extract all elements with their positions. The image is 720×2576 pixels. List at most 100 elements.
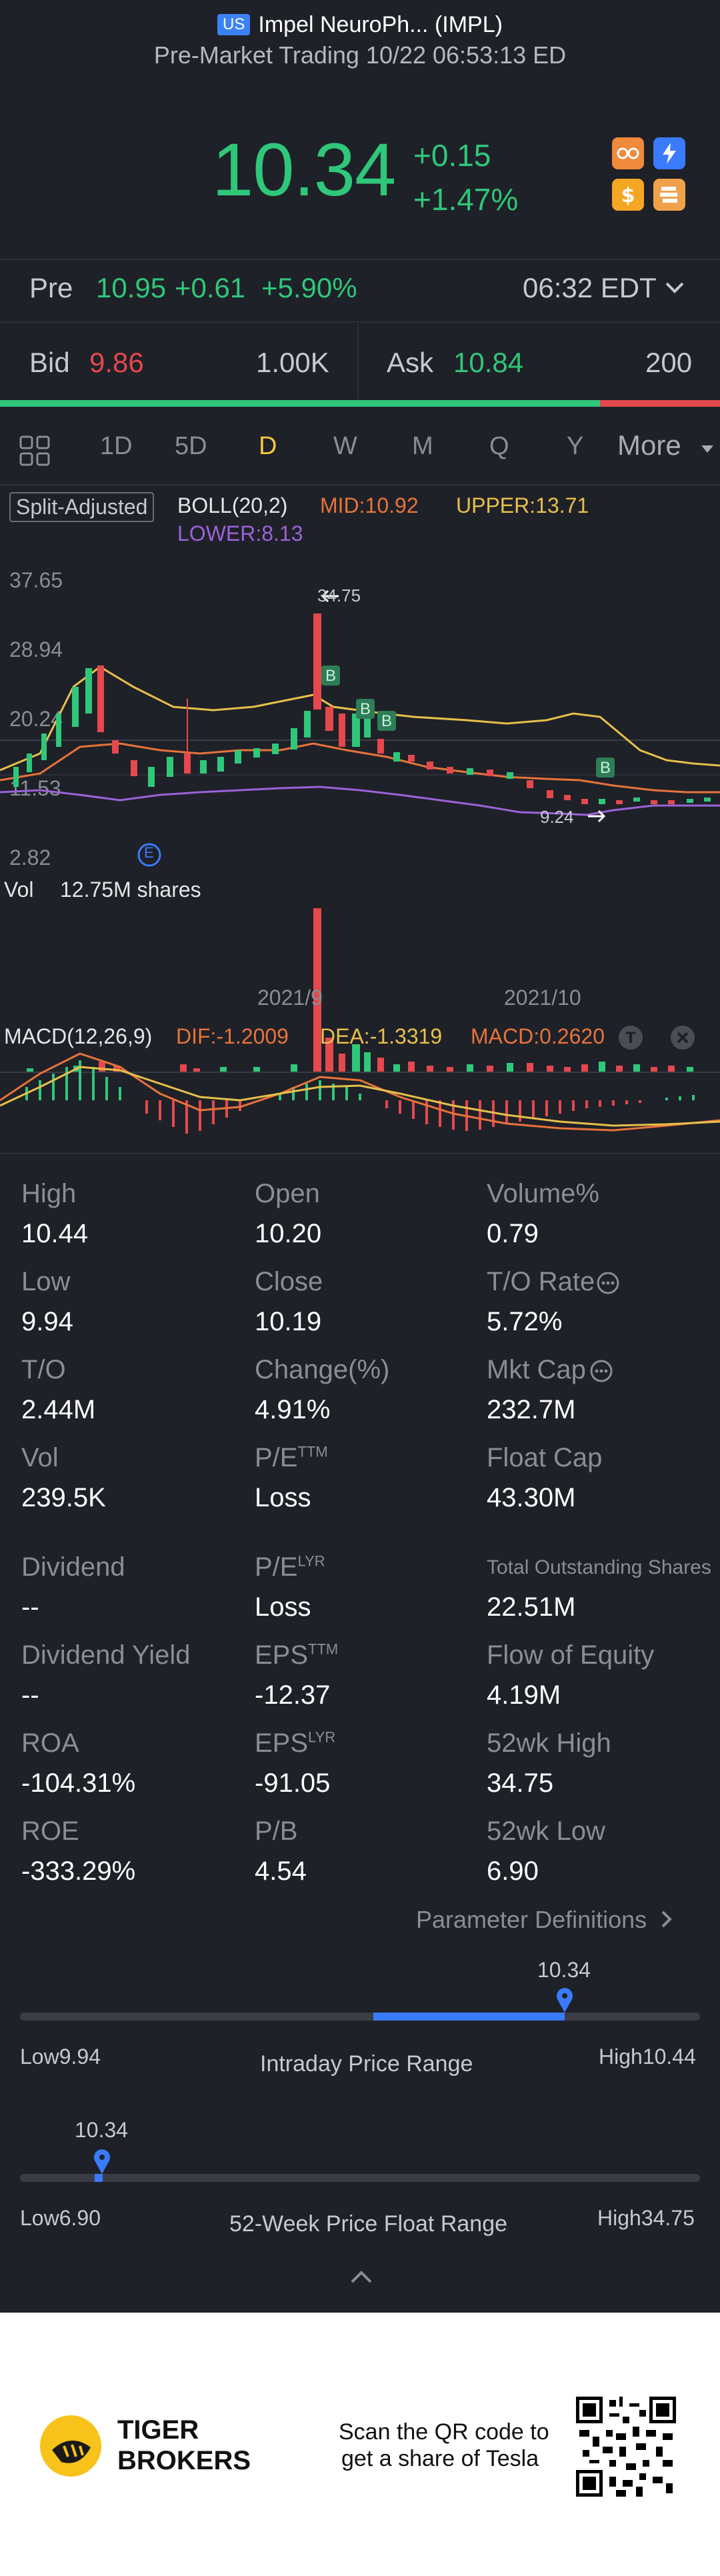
macd-svg — [0, 1052, 720, 1134]
stat-label: T/O Rate — [487, 1267, 595, 1296]
bid-price: 9.86 — [89, 347, 144, 378]
stat-label: 52wk Low — [487, 1816, 605, 1846]
stat-label: P/B — [255, 1816, 298, 1846]
ask-label: Ask — [387, 347, 434, 378]
pre-label: Pre — [29, 272, 73, 303]
stat-label: Change(%) — [255, 1355, 390, 1384]
stat-value: -104.31% — [21, 1768, 136, 1798]
macd-dif: DIF:-1.2009 — [176, 1024, 289, 1048]
stat-value: 43.30M — [487, 1483, 576, 1512]
session-status: Pre-Market Trading 10/22 06:53:13 ED — [153, 41, 567, 69]
tab-more[interactable]: More — [617, 429, 681, 461]
tiger-icon[interactable] — [612, 137, 644, 169]
stat-value: 5.72% — [487, 1307, 563, 1336]
stat-label: EPSLYR — [255, 1728, 336, 1758]
event-marker: E — [144, 844, 154, 861]
stat-value: 6.90 — [487, 1856, 539, 1886]
stat-value: 232.7M — [487, 1395, 576, 1424]
timeframe-tabs: 1D 5D D W M Q Y More — [0, 407, 720, 487]
tab-month[interactable]: M — [412, 432, 433, 461]
stat-label: Low — [21, 1267, 71, 1296]
quote-header: US Impel NeuroPh... (IMPL) Pre-Market Tra… — [0, 0, 720, 260]
stat-value: 239.5K — [21, 1483, 106, 1512]
stock-title-row: US Impel NeuroPh... (IMPL) — [0, 12, 720, 38]
brand-line-2: BROKERS — [117, 2446, 251, 2475]
stat-value: -91.05 — [255, 1768, 331, 1798]
tab-year[interactable]: Y — [567, 432, 583, 461]
macd-value: MACD:0.2620 — [471, 1024, 605, 1048]
dollar-icon[interactable]: $ — [612, 179, 644, 211]
buy-marker: B — [325, 667, 337, 685]
macd-panel[interactable]: MACD(12,26,9) DIF:-1.2009 DEA:-1.3319 MA… — [0, 1020, 720, 1154]
stat-value: 9.94 — [21, 1307, 73, 1336]
pre-price: 10.95 — [96, 272, 167, 303]
low-marker-label: 9.24 — [540, 807, 574, 827]
stat-value: 10.20 — [255, 1219, 322, 1248]
high-marker-label: 34.75 — [317, 585, 361, 605]
brand-line-1: TIGER — [117, 2415, 199, 2445]
ask-volume-bar — [600, 400, 720, 407]
week52-title: 52-Week Price Float Range — [229, 2211, 508, 2237]
share-footer: TIGER BROKERS Scan the QR code to get a … — [0, 2313, 720, 2576]
stat-label: Close — [255, 1267, 323, 1296]
stat-value: -12.37 — [255, 1680, 331, 1710]
stack-icon[interactable] — [653, 179, 685, 211]
stat-value: 10.44 — [21, 1219, 89, 1248]
tab-1d[interactable]: 1D — [100, 432, 133, 461]
svg-text:T: T — [625, 1030, 635, 1047]
market-badge: US — [217, 14, 251, 35]
parameter-definitions-link[interactable]: Parameter Definitions — [416, 1906, 673, 1934]
caret-down-icon[interactable] — [700, 444, 715, 455]
chevron-up-icon[interactable] — [349, 2269, 373, 2285]
stat-value: -333.29% — [21, 1856, 136, 1886]
boll-lower-line — [0, 786, 720, 816]
macd-dea: DEA:-1.3319 — [320, 1024, 443, 1048]
stock-title[interactable]: Impel NeuroPh... (IMPL) — [258, 12, 503, 37]
change-value: +0.15 — [413, 138, 491, 173]
intraday-fill — [373, 2013, 565, 2021]
week52-low: Low6.90 — [20, 2206, 101, 2230]
grid-icon[interactable] — [19, 435, 51, 467]
bid-ask-divider — [357, 324, 359, 399]
chevron-right-icon — [661, 1910, 673, 1928]
stat-label: High — [21, 1179, 77, 1208]
tab-quarter[interactable]: Q — [489, 432, 509, 461]
chevron-down-icon[interactable] — [664, 280, 685, 295]
stat-label: Float Cap — [487, 1443, 603, 1472]
stat-value: 34.75 — [487, 1768, 554, 1798]
macd-label: MACD(12,26,9) — [4, 1024, 153, 1048]
stat-label: EPSTTM — [255, 1640, 339, 1670]
map-pin-icon — [557, 1988, 573, 2013]
bid-volume-bar — [0, 400, 600, 407]
stat-value: 0.79 — [487, 1219, 539, 1248]
stat-label: ROA — [21, 1728, 79, 1758]
scan-text-2: get a share of Tesla — [341, 2446, 539, 2471]
buy-marker: B — [381, 712, 393, 730]
info-icon[interactable] — [589, 1359, 613, 1383]
tiger-logo-icon — [40, 2415, 101, 2477]
intraday-current: 10.34 — [537, 1958, 591, 1982]
stat-label: Flow of Equity — [487, 1640, 655, 1670]
buy-marker: B — [600, 759, 611, 777]
stat-value: Loss — [255, 1483, 311, 1512]
divider — [0, 321, 720, 323]
flash-icon[interactable] — [653, 137, 685, 169]
bid-label: Bid — [29, 347, 70, 378]
week52-current: 10.34 — [75, 2118, 129, 2142]
stat-label: Mkt Cap — [487, 1355, 586, 1384]
change-percent: +1.47% — [413, 182, 519, 217]
stat-value: 22.51M — [487, 1592, 576, 1622]
info-icon[interactable] — [596, 1271, 620, 1295]
tab-week[interactable]: W — [333, 432, 357, 461]
tab-5d[interactable]: 5D — [175, 432, 207, 461]
stat-label: T/O — [21, 1355, 66, 1384]
intraday-title: Intraday Price Range — [260, 2051, 473, 2077]
week52-high: High34.75 — [597, 2206, 695, 2230]
stat-label: ROE — [21, 1816, 79, 1846]
parameter-definitions-label: Parameter Definitions — [416, 1906, 647, 1933]
tab-day[interactable]: D — [259, 432, 277, 461]
stat-value: -- — [21, 1680, 39, 1710]
pre-time: 06:32 EDT — [523, 272, 657, 303]
intraday-low: Low9.94 — [20, 2045, 101, 2069]
stat-value: 10.19 — [255, 1307, 322, 1336]
